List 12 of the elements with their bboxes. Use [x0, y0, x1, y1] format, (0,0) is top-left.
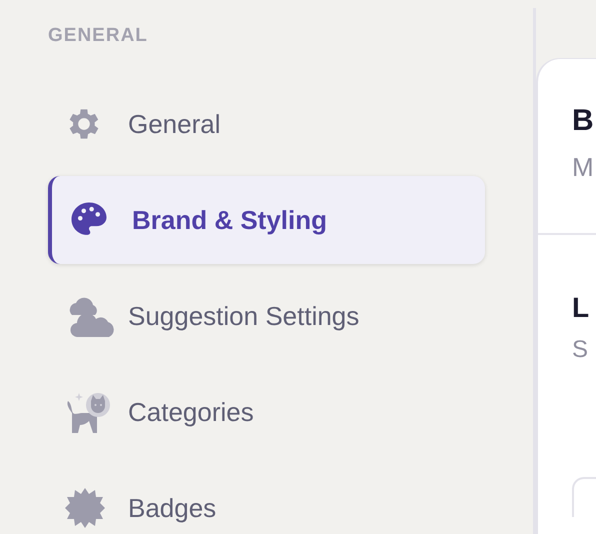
section-label: GENERAL [48, 24, 149, 48]
input-field[interactable] [572, 477, 596, 517]
nav-item[interactable]: Suggestion Settings [48, 272, 485, 360]
section-subtitle: S [572, 335, 590, 365]
seal-icon [64, 487, 106, 529]
nav-item[interactable]: Categories [48, 368, 485, 456]
section-title: L [572, 291, 590, 325]
nav-item[interactable]: Brand & Styling [48, 176, 485, 264]
nav-item[interactable]: Badges [48, 464, 485, 534]
card-title: B [572, 103, 595, 139]
card-subtitle: M [572, 151, 595, 183]
nav-item[interactable]: General [48, 80, 485, 168]
